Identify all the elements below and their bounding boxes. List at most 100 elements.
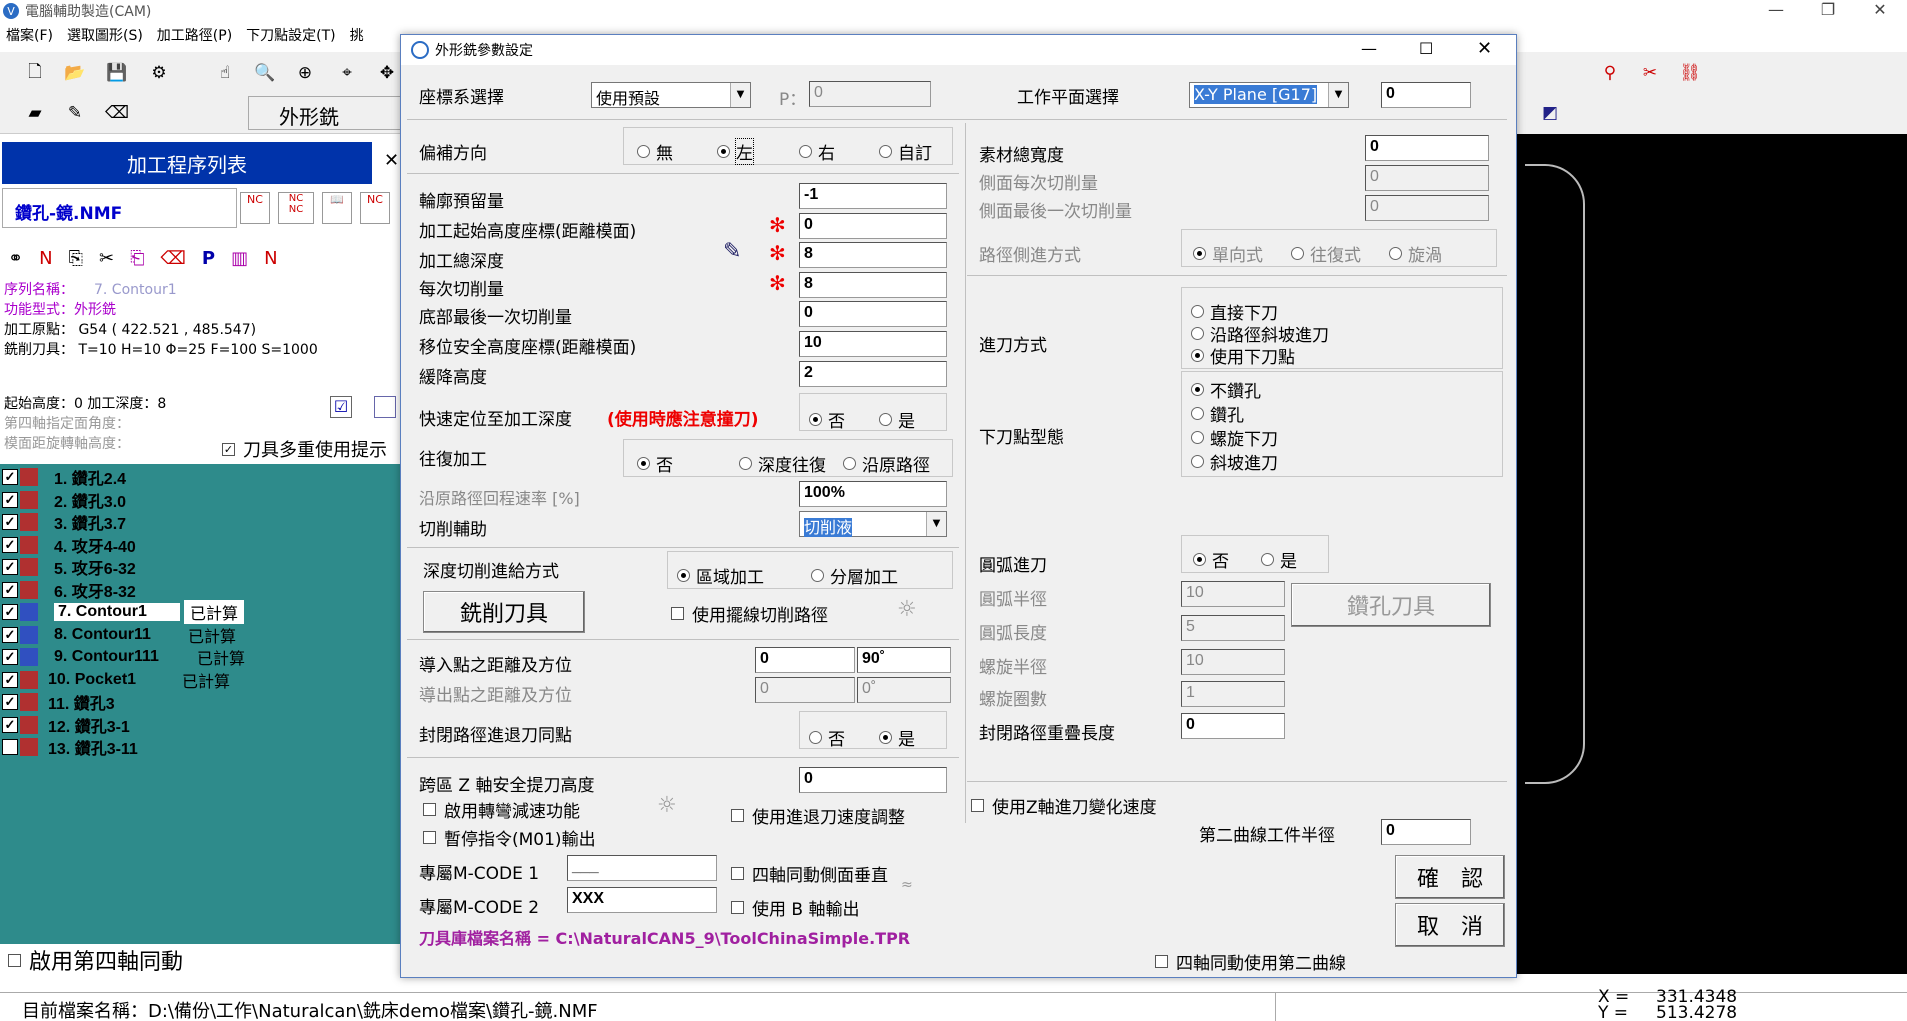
start-height-input[interactable]: 0 bbox=[799, 213, 947, 239]
nc-small-icon[interactable]: N bbox=[264, 248, 277, 269]
plunge-drill-radio[interactable]: 鑽孔 bbox=[1191, 401, 1244, 426]
tool-view-icon[interactable]: ◩ bbox=[1535, 98, 1565, 128]
side-spiral-radio[interactable]: 旋渦 bbox=[1389, 241, 1442, 266]
eraser-icon[interactable]: ⌫ bbox=[102, 98, 132, 128]
tree-item-checkbox[interactable]: ✓ bbox=[2, 626, 18, 643]
tree-item-checkbox[interactable]: ✓ bbox=[2, 536, 18, 553]
assist-select[interactable]: 切削液 ▼ bbox=[799, 511, 947, 537]
minimize-icon[interactable]: — bbox=[1756, 0, 1796, 19]
edit-layers-icon[interactable]: ✎ bbox=[60, 98, 90, 128]
menu-select[interactable]: 選取圖形(S) bbox=[67, 25, 143, 45]
tree-item-checkbox[interactable]: ✓ bbox=[2, 716, 18, 733]
pointer-icon[interactable]: ☝ bbox=[210, 58, 240, 88]
tool-link-icon[interactable]: ⛓ bbox=[1675, 58, 1705, 88]
offset-custom-radio[interactable]: 自訂 bbox=[879, 139, 932, 164]
lead-in-distance-input[interactable]: 0 bbox=[755, 647, 855, 673]
second-curve-input[interactable]: 0 bbox=[1381, 819, 1471, 845]
mill-tool-button[interactable]: 銑削刀具 bbox=[423, 591, 585, 633]
plunge-ramp-radio[interactable]: 斜坡進刀 bbox=[1191, 449, 1278, 474]
tree-item-checkbox[interactable]: ✓ bbox=[2, 514, 18, 530]
rapid-yes-radio[interactable]: 是 bbox=[879, 407, 915, 432]
tree-item-checkbox[interactable]: ✓ bbox=[2, 581, 18, 598]
cross-z-input[interactable]: 0 bbox=[799, 767, 947, 793]
nc-export-icon[interactable]: NC bbox=[360, 192, 390, 224]
p-icon[interactable]: P bbox=[202, 248, 215, 269]
profile-allowance-input[interactable]: -1 bbox=[799, 183, 947, 209]
cut-icon[interactable]: ✂ bbox=[99, 248, 114, 269]
tree-item[interactable]: ✓ 6. 攻牙8-32 bbox=[0, 579, 184, 601]
tree-item-checkbox[interactable]: ✓ bbox=[2, 649, 18, 665]
dialog-minimize-icon[interactable]: — bbox=[1361, 39, 1377, 58]
plane-extra-input[interactable]: 0 bbox=[1381, 82, 1471, 108]
drawing-canvas[interactable] bbox=[1515, 134, 1907, 974]
swing-settings-icon[interactable]: ☼ bbox=[897, 597, 917, 622]
tool-reuse-checkbox[interactable]: ✓ 刀具多重使用提示 bbox=[222, 436, 387, 462]
zoom-in-icon[interactable]: ⊕ bbox=[290, 58, 320, 88]
tree-item-checkbox[interactable]: ✓ bbox=[2, 694, 18, 710]
tree-item[interactable]: ✓ 10. Pocket1 已計算 bbox=[0, 669, 230, 691]
tree-item-checkbox[interactable]: ✓ bbox=[2, 491, 18, 508]
info-square-icon[interactable] bbox=[374, 396, 396, 418]
offset-right-radio[interactable]: 右 bbox=[799, 139, 835, 164]
arc-radius-input[interactable]: 10 bbox=[1181, 581, 1285, 607]
arc-length-input[interactable]: 5 bbox=[1181, 615, 1285, 641]
inout-speed-checkbox[interactable]: 使用進退刀速度調整 bbox=[731, 803, 905, 828]
mode-label[interactable]: 外形銑 bbox=[248, 96, 408, 130]
chart-icon[interactable]: ▥ bbox=[231, 248, 248, 269]
four-axis-second-checkbox[interactable]: 四軸同動使用第二曲線 bbox=[1155, 949, 1346, 974]
p-input[interactable]: 0 bbox=[809, 81, 931, 107]
panel-close-icon[interactable]: ✕ bbox=[384, 150, 399, 171]
return-rate-input[interactable]: 100% bbox=[799, 481, 947, 507]
tree-item-checkbox[interactable]: ✓ bbox=[2, 604, 18, 620]
open-folder-icon[interactable]: 📂 bbox=[60, 58, 90, 88]
tree-item[interactable]: ✓ 12. 鑽孔3-1 bbox=[0, 714, 178, 736]
arc-no-radio[interactable]: 否 bbox=[1193, 547, 1229, 572]
tree-item[interactable]: ✓ 2. 鑽孔3.0 bbox=[0, 489, 184, 511]
tree-item[interactable]: ✓ 3. 鑽孔3.7 bbox=[0, 511, 184, 533]
tool-cut-icon[interactable]: ✂ bbox=[1635, 58, 1665, 88]
lead-out-angle-input[interactable]: 0˚ bbox=[857, 677, 951, 703]
tree-item-checkbox[interactable]: ✓ bbox=[2, 559, 18, 575]
side-oneway-radio[interactable]: 單向式 bbox=[1193, 241, 1263, 266]
tree-item[interactable]: ✓ 8. Contour11 已計算 bbox=[0, 624, 236, 646]
binoculars-icon[interactable]: ⚭ bbox=[8, 248, 23, 269]
new-file-icon[interactable]: 🗋 bbox=[20, 58, 50, 88]
side-step-input[interactable]: 0 bbox=[1365, 165, 1489, 191]
tree-item[interactable]: ✓ 5. 攻牙6-32 bbox=[0, 556, 184, 578]
tree-item-checkbox[interactable]: ✓ bbox=[2, 671, 18, 688]
tree-item[interactable]: ✓ 4. 攻牙4-40 bbox=[0, 534, 184, 556]
pause-m01-checkbox[interactable]: 暫停指令(M01)輸出 bbox=[423, 825, 596, 850]
rapid-no-radio[interactable]: 否 bbox=[809, 407, 845, 432]
offset-none-radio[interactable]: 無 bbox=[637, 139, 673, 164]
corner-settings-icon[interactable]: ☼ bbox=[657, 793, 677, 818]
depth-pick-icon[interactable]: ✎ bbox=[723, 239, 741, 264]
tree-item[interactable]: ✓ 1. 鑽孔2.4 bbox=[0, 466, 184, 488]
bottom-last-input[interactable]: 0 bbox=[799, 301, 947, 327]
helix-turns-input[interactable]: 1 bbox=[1181, 681, 1285, 707]
swing-path-checkbox[interactable]: 使用擺線切削路徑 bbox=[671, 601, 828, 626]
run-icon[interactable]: ⚙ bbox=[144, 58, 174, 88]
tree-item-checkbox[interactable]: ✓ bbox=[2, 469, 18, 485]
z-feed-var-checkbox[interactable]: 使用Z軸進刀變化速度 bbox=[971, 793, 1157, 818]
four-axis-perp-checkbox[interactable]: 四軸同動側面垂直 bbox=[731, 861, 888, 886]
enable-4th-axis-checkbox[interactable]: 啟用第四軸同動 bbox=[8, 944, 183, 976]
use-b-axis-checkbox[interactable]: 使用 B 軸輸出 bbox=[731, 895, 859, 920]
overlap-input[interactable]: 0 bbox=[1181, 713, 1285, 739]
depth-layer-radio[interactable]: 分層加工 bbox=[811, 563, 898, 588]
menu-plunge[interactable]: 下刀點設定(T) bbox=[246, 25, 335, 45]
tree-item-checkbox[interactable] bbox=[2, 739, 18, 755]
menu-more[interactable]: 挑 bbox=[350, 25, 364, 45]
nc-icon[interactable]: NC bbox=[240, 192, 270, 224]
lead-out-distance-input[interactable]: 0 bbox=[755, 677, 855, 703]
helix-radius-input[interactable]: 10 bbox=[1181, 649, 1285, 675]
zoom-icon[interactable]: 🔍 bbox=[250, 58, 280, 88]
recip-depth-radio[interactable]: 深度往復 bbox=[739, 451, 826, 476]
entry-plunge-point-radio[interactable]: 使用下刀點 bbox=[1191, 343, 1295, 368]
corner-slow-checkbox[interactable]: 啟用轉彎減速功能 bbox=[423, 797, 580, 822]
book-icon[interactable]: 📖 bbox=[322, 192, 352, 224]
paste-icon[interactable]: ⎗ bbox=[130, 248, 144, 269]
restore-icon[interactable]: ❐ bbox=[1808, 0, 1848, 19]
plane-select[interactable]: X-Y Plane [G17] ▼ bbox=[1189, 82, 1349, 108]
side-last-input[interactable]: 0 bbox=[1365, 195, 1489, 221]
mcode2-input[interactable]: XXX bbox=[567, 887, 717, 913]
